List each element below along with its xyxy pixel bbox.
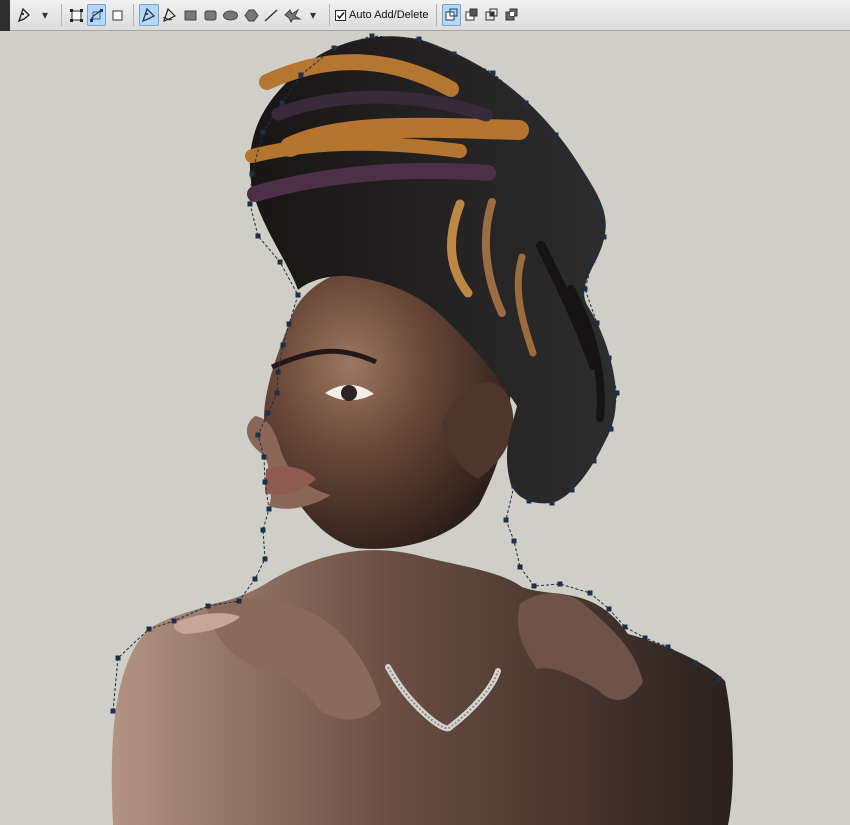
toolbar-separator bbox=[435, 4, 437, 26]
line-tool-icon[interactable] bbox=[262, 4, 280, 26]
polygon-tool-icon[interactable] bbox=[242, 4, 260, 26]
subtract-from-path-area-icon[interactable] bbox=[463, 4, 481, 26]
pen-tool-icon[interactable] bbox=[139, 4, 159, 26]
paths-icon[interactable] bbox=[87, 4, 106, 26]
freeform-pen-tool-icon[interactable] bbox=[161, 4, 179, 26]
custom-shape-tool-icon[interactable] bbox=[282, 4, 302, 26]
toolbar-separator bbox=[329, 4, 330, 26]
portrait-photo bbox=[0, 31, 850, 825]
pen-icon[interactable] bbox=[16, 4, 34, 26]
intersect-path-areas-icon[interactable] bbox=[483, 4, 501, 26]
toolbar-grip[interactable] bbox=[0, 0, 10, 31]
toolbar-separator bbox=[61, 4, 62, 26]
photoshop-window: ▾ ▾ Auto Add/Delete bbox=[0, 0, 850, 825]
toolbar-separator bbox=[133, 4, 134, 26]
dropdown-arrow-icon[interactable]: ▾ bbox=[36, 4, 54, 26]
custom-shape-dropdown-icon[interactable]: ▾ bbox=[304, 4, 322, 26]
rectangle-tool-icon[interactable] bbox=[181, 4, 199, 26]
shape-layers-icon[interactable] bbox=[67, 4, 85, 26]
auto-add-delete-checkbox-wrapper[interactable]: Auto Add/Delete bbox=[335, 4, 429, 26]
ellipse-tool-icon[interactable] bbox=[221, 4, 240, 26]
fill-pixels-icon[interactable] bbox=[108, 4, 126, 26]
pen-tool-options-bar: ▾ ▾ Auto Add/Delete bbox=[0, 0, 850, 31]
rounded-rectangle-tool-icon[interactable] bbox=[201, 4, 219, 26]
auto-add-delete-label: Auto Add/Delete bbox=[349, 8, 429, 21]
add-to-path-area-icon[interactable] bbox=[441, 4, 461, 26]
auto-add-delete-checkbox[interactable] bbox=[335, 9, 346, 21]
exclude-overlapping-path-areas-icon[interactable] bbox=[503, 4, 521, 26]
document-canvas[interactable] bbox=[0, 31, 850, 825]
